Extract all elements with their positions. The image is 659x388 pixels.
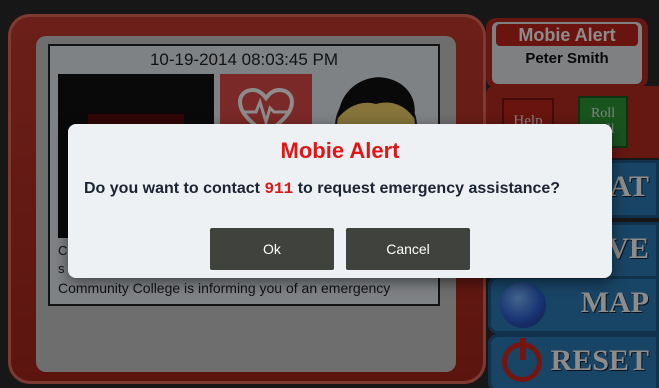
dialog-message: Do you want to contact 911 to request em… [84,178,596,200]
ok-button[interactable]: Ok [210,228,334,270]
cancel-button[interactable]: Cancel [346,228,470,270]
app-screen: 10-19-2014 08:03:45 PM C s Community Col… [0,0,659,388]
confirm-dialog: Mobie Alert Do you want to contact 911 t… [68,124,612,278]
dialog-message-pre: Do you want to contact [84,180,265,197]
dialog-title: Mobie Alert [280,138,400,163]
dialog-message-post: to request emergency assistance? [293,180,561,197]
emergency-number: 911 [264,180,294,198]
